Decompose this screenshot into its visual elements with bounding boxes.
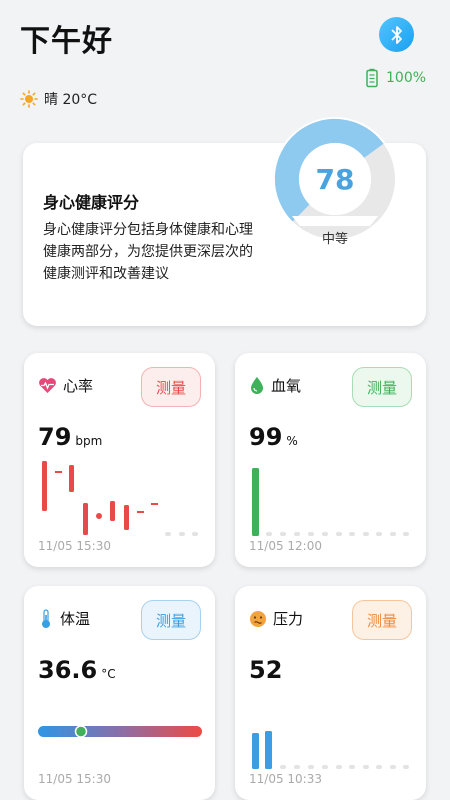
- stress-header: 压力: [249, 608, 303, 629]
- temperature-range-bar: [38, 725, 202, 738]
- weather-info: 晴 20°C: [20, 89, 97, 109]
- battery-icon: [366, 68, 378, 88]
- thermometer-icon: [42, 608, 50, 628]
- weather-text: 晴 20°C: [44, 92, 98, 108]
- stress-measure-button[interactable]: 测量: [352, 600, 412, 640]
- heart-rate-time: 11/05 15:30: [38, 539, 111, 553]
- blood-oxygen-measure-button[interactable]: 测量: [352, 367, 412, 407]
- temperature-header: 体温: [38, 608, 90, 629]
- health-score-title: 身心健康评分: [43, 193, 140, 212]
- greeting-title: 下午好: [20, 24, 113, 59]
- stress-time: 11/05 10:33: [249, 772, 322, 786]
- temperature-time: 11/05 15:30: [38, 772, 111, 786]
- health-score-level: 中等: [322, 231, 348, 245]
- stress-chart: [252, 731, 409, 769]
- temperature-measure-button[interactable]: 测量: [141, 600, 201, 640]
- temperature-value: 36.6: [38, 656, 98, 684]
- heart-rate-unit: bpm: [75, 434, 103, 448]
- blood-oxygen-reading: 99%: [249, 423, 298, 451]
- blood-oxygen-header: 血氧: [249, 375, 301, 396]
- temperature-unit: °C: [101, 667, 116, 681]
- health-score-gauge: 78 中等: [269, 113, 401, 247]
- blood-oxygen-time: 11/05 12:00: [249, 539, 322, 553]
- blood-oxygen-card[interactable]: 血氧 测量 99% 11/05 12:00: [235, 353, 426, 567]
- blood-oxygen-chart: [252, 468, 409, 536]
- stress-value: 52: [249, 656, 283, 684]
- temperature-label: 体温: [60, 610, 91, 628]
- sun-icon: [20, 90, 38, 108]
- heart-rate-measure-button[interactable]: 测量: [141, 367, 201, 407]
- heart-rate-header: 心率: [38, 375, 93, 396]
- blood-oxygen-value: 99: [249, 423, 283, 451]
- temperature-reading: 36.6 °C: [38, 656, 116, 684]
- stress-label: 压力: [273, 610, 304, 628]
- heart-rate-card[interactable]: 心率 测量 79 bpm 11/05 15:30: [24, 353, 215, 567]
- stress-reading: 52: [249, 656, 282, 684]
- heart-rate-reading: 79 bpm: [38, 423, 102, 451]
- heart-rate-value: 79: [38, 423, 72, 451]
- droplet-icon: [251, 377, 263, 394]
- heart-rate-label: 心率: [63, 377, 94, 395]
- health-score-value: 78: [316, 163, 355, 196]
- bluetooth-icon: [390, 25, 402, 44]
- battery-status: 100%: [366, 68, 426, 88]
- health-score-description: 身心健康评分包括身体健康和心理健康两部分，为您提供更深层次的健康测评和改善建议: [43, 222, 253, 282]
- heart-icon: [39, 378, 56, 393]
- battery-level: 100%: [386, 70, 427, 86]
- blood-oxygen-label: 血氧: [271, 377, 302, 395]
- stress-card[interactable]: 压力 测量 52 11/05 10:33: [235, 586, 426, 800]
- stressed-face-icon: [250, 610, 266, 627]
- blood-oxygen-unit: %: [286, 434, 298, 448]
- temperature-indicator: [74, 725, 88, 738]
- bluetooth-button[interactable]: [379, 17, 414, 52]
- heart-rate-chart: [42, 461, 198, 536]
- temperature-card[interactable]: 体温 测量 36.6 °C 11/05 15:30: [24, 586, 215, 800]
